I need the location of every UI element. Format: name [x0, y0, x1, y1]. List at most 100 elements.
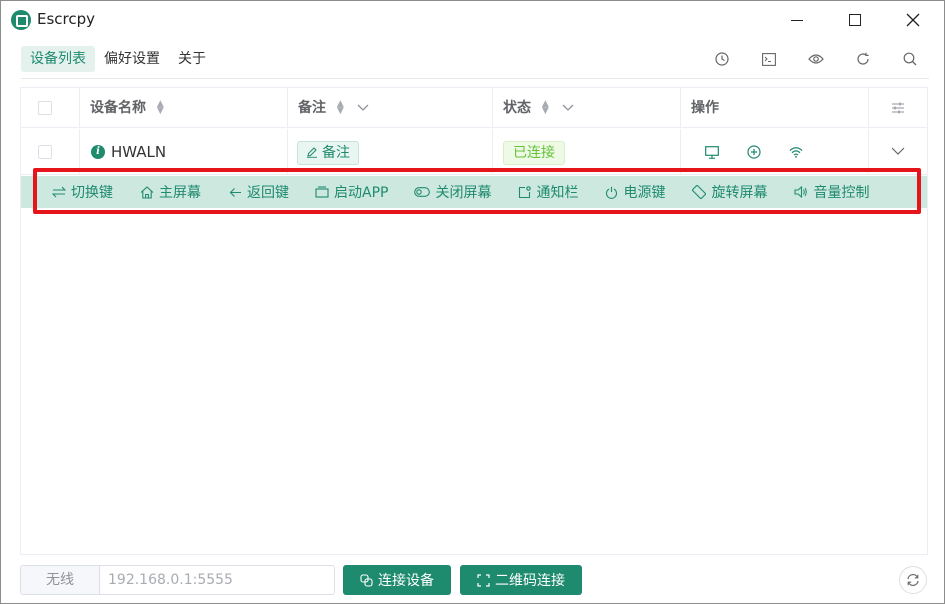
- top-toolbar: [710, 48, 922, 70]
- table-row[interactable]: i HWALN 备注 已连接: [21, 129, 927, 175]
- header-device-name-label: 设备名称: [90, 100, 146, 116]
- tab-device-list[interactable]: 设备列表: [21, 46, 95, 72]
- plus-circle-icon: [747, 145, 761, 159]
- header-device-name[interactable]: 设备名称 ▲ ▼: [80, 88, 288, 128]
- device-table: 设备名称 ▲ ▼ 备注 ▲ ▼ 状态 ▲ ▼ 操作 i HWALN 备注 已连接…: [20, 87, 928, 555]
- expand-button[interactable]: [891, 143, 905, 159]
- app-title: Escrcpy: [37, 10, 96, 28]
- control-notification[interactable]: 通知栏: [518, 182, 578, 202]
- toggle-icon: [414, 187, 431, 197]
- info-icon[interactable]: i: [91, 145, 105, 159]
- expand-cell: [869, 129, 927, 175]
- home-icon: [140, 185, 154, 199]
- terminal-button[interactable]: [757, 48, 781, 70]
- minimize-button[interactable]: [774, 1, 820, 39]
- qr-connect-button[interactable]: 二维码连接: [460, 565, 582, 595]
- mirror-button[interactable]: [703, 143, 721, 161]
- status-badge: 已连接: [503, 141, 565, 165]
- header-status-label: 状态: [503, 100, 531, 116]
- column-settings-icon[interactable]: [891, 101, 905, 115]
- history-icon: [715, 52, 729, 66]
- visibility-button[interactable]: [804, 48, 828, 70]
- header-column-settings[interactable]: [869, 88, 927, 128]
- control-label: 关闭屏幕: [435, 185, 492, 201]
- connect-device-label: 连接设备: [378, 573, 434, 589]
- back-arrow-icon: [229, 187, 241, 197]
- refresh-button[interactable]: [851, 48, 875, 70]
- control-home[interactable]: 主屏幕: [140, 182, 201, 202]
- switch-icon: [52, 186, 66, 198]
- eye-icon: [808, 54, 824, 64]
- select-all-checkbox[interactable]: [38, 101, 52, 115]
- sort-icon[interactable]: ▲ ▼: [157, 100, 164, 116]
- sync-icon: [907, 574, 919, 586]
- search-button[interactable]: [898, 48, 922, 70]
- history-button[interactable]: [710, 48, 734, 70]
- main-tabs: 设备列表 偏好设置 关于: [21, 46, 215, 72]
- header-operations-label: 操作: [691, 100, 719, 116]
- header-checkbox-cell: [21, 88, 80, 128]
- wireless-button[interactable]: [787, 143, 805, 161]
- monitor-icon: [705, 145, 719, 159]
- title-bar: Escrcpy: [1, 1, 944, 39]
- table-header: 设备名称 ▲ ▼ 备注 ▲ ▼ 状态 ▲ ▼ 操作: [21, 88, 927, 128]
- control-label: 返回键: [247, 185, 289, 201]
- row-checkbox[interactable]: [38, 145, 52, 159]
- maximize-icon: [849, 14, 861, 26]
- control-power[interactable]: 电源键: [605, 182, 665, 202]
- address-input[interactable]: [99, 565, 335, 595]
- header-operations: 操作: [681, 88, 869, 128]
- volume-icon: [794, 186, 808, 198]
- sort-icon[interactable]: ▲ ▼: [337, 100, 344, 116]
- note-label: 备注: [322, 145, 350, 161]
- device-name: HWALN: [111, 143, 167, 161]
- close-icon: [906, 13, 920, 27]
- control-back[interactable]: 返回键: [229, 182, 289, 202]
- header-divider: [21, 78, 929, 79]
- filter-chevron-icon[interactable]: [357, 88, 369, 128]
- terminal-icon: [762, 52, 776, 66]
- device-note-cell: 备注: [288, 129, 493, 175]
- edit-icon: [307, 147, 317, 158]
- row-checkbox-cell: [21, 129, 80, 175]
- control-screen-off[interactable]: 关闭屏幕: [414, 182, 491, 202]
- device-name-cell: i HWALN: [80, 129, 288, 175]
- header-note[interactable]: 备注 ▲ ▼: [288, 88, 493, 128]
- qr-connect-label: 二维码连接: [495, 573, 565, 589]
- tab-preferences[interactable]: 偏好设置: [95, 46, 169, 72]
- sort-icon[interactable]: ▲ ▼: [542, 100, 549, 116]
- refresh-devices-button[interactable]: [899, 566, 927, 594]
- close-button[interactable]: [890, 1, 936, 39]
- chevron-down-icon: [891, 147, 905, 155]
- control-label: 通知栏: [536, 185, 579, 201]
- edit-note-button[interactable]: 备注: [297, 141, 359, 165]
- connect-device-button[interactable]: 连接设备: [343, 565, 451, 595]
- search-icon: [903, 52, 917, 66]
- maximize-button[interactable]: [832, 1, 878, 39]
- header-note-label: 备注: [298, 100, 326, 116]
- control-volume[interactable]: 音量控制: [794, 182, 869, 202]
- link-icon: [360, 573, 373, 587]
- minimize-icon: [791, 19, 803, 21]
- control-rotate[interactable]: 旋转屏幕: [692, 182, 767, 202]
- add-button[interactable]: [745, 143, 763, 161]
- control-label: 主屏幕: [159, 185, 201, 201]
- connection-mode-select[interactable]: 无线: [20, 565, 100, 595]
- header-status[interactable]: 状态 ▲ ▼: [493, 88, 681, 128]
- control-launch-app[interactable]: 启动APP: [315, 182, 388, 202]
- device-control-bar: 切换键 主屏幕 返回键 启动APP 关闭屏幕 通知栏 电源键 旋转屏幕 音量控制: [21, 176, 927, 208]
- control-switch[interactable]: 切换键: [52, 182, 113, 202]
- operation-icons: [703, 143, 805, 161]
- power-icon: [606, 186, 618, 199]
- wifi-icon: [789, 147, 803, 158]
- rotate-icon: [692, 185, 707, 199]
- control-label: 音量控制: [813, 185, 870, 201]
- tab-about[interactable]: 关于: [169, 46, 215, 72]
- scan-icon: [477, 573, 490, 587]
- control-label: 启动APP: [334, 185, 389, 201]
- filter-chevron-icon[interactable]: [562, 88, 574, 128]
- app-window: Escrcpy 设备列表 偏好设置 关于 设备名称 ▲ ▼ 备注 ▲ ▼ 状态 …: [0, 0, 945, 604]
- control-label: 切换键: [71, 185, 113, 201]
- control-label: 电源键: [623, 185, 666, 201]
- device-operations-cell: [681, 129, 869, 175]
